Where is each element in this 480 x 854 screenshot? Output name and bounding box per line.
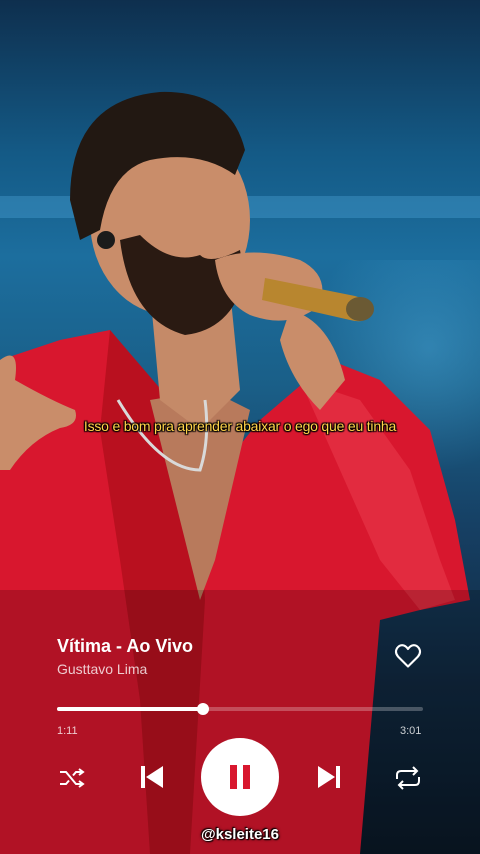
- video-player-screen: Isso e bom pra aprender abaixar o ego qu…: [0, 0, 480, 854]
- heart-icon: [394, 644, 422, 668]
- skip-forward-icon: [318, 766, 340, 788]
- time-elapsed: 1:11: [57, 725, 78, 737]
- previous-button[interactable]: [136, 760, 168, 794]
- progress-scrubber[interactable]: [197, 703, 209, 715]
- repeat-button[interactable]: [392, 762, 424, 794]
- next-button[interactable]: [313, 760, 345, 794]
- repeat-icon: [396, 766, 420, 790]
- progress-fill: [57, 707, 203, 711]
- skip-back-icon: [141, 766, 163, 788]
- track-artist[interactable]: Gusttavo Lima: [57, 661, 147, 677]
- like-button[interactable]: [392, 640, 424, 672]
- time-total: 3:01: [400, 725, 422, 737]
- track-title: Vítima - Ao Vivo: [57, 636, 194, 656]
- pause-button[interactable]: [201, 738, 279, 816]
- lyrics-subtitle: Isso e bom pra aprender abaixar o ego qu…: [83, 418, 397, 434]
- shuffle-button[interactable]: [56, 762, 88, 794]
- shuffle-icon: [60, 768, 85, 788]
- creator-watermark: @ksleite16: [200, 826, 279, 843]
- pause-icon: [230, 765, 250, 789]
